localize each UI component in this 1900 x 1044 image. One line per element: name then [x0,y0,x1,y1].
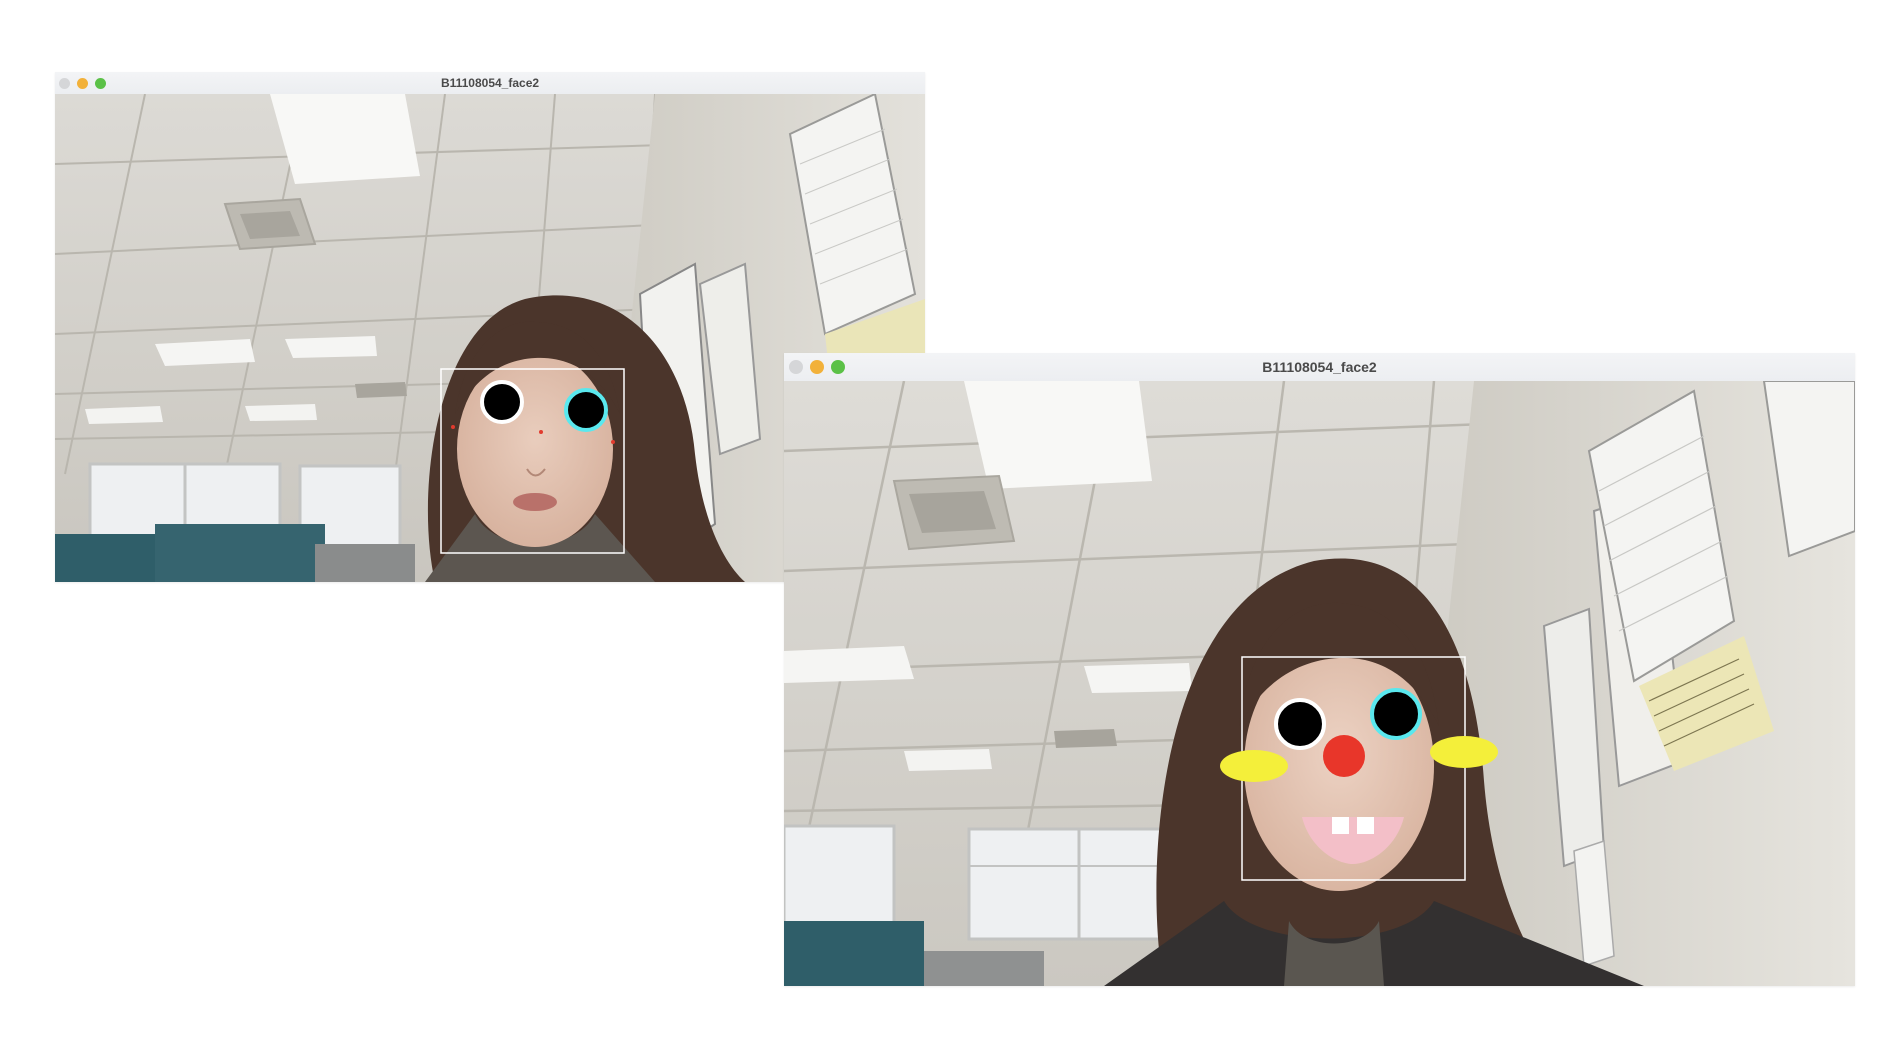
right-eye-marker [564,388,608,432]
left-cheek-blush [1220,750,1288,782]
left-eye-marker [1274,698,1326,750]
landmark-point [539,430,543,434]
left-eye-marker [480,380,524,424]
camera-frame [784,381,1855,986]
title-bar[interactable]: B11108054_face2 [784,353,1855,382]
window-title: B11108054_face2 [440,76,540,90]
nose-marker [1323,735,1365,777]
camera-window-front[interactable]: B11108054_face2 [784,353,1855,986]
landmark-point [611,440,615,444]
window-title: B11108054_face2 [1262,359,1377,375]
right-eye-marker [1370,688,1422,740]
title-bar[interactable]: B11108054_face2 [55,72,925,95]
left-tooth [1332,817,1349,834]
right-tooth [1357,817,1374,834]
right-cheek-blush [1430,736,1498,768]
landmark-point [451,425,455,429]
webcam-image [784,381,1855,986]
